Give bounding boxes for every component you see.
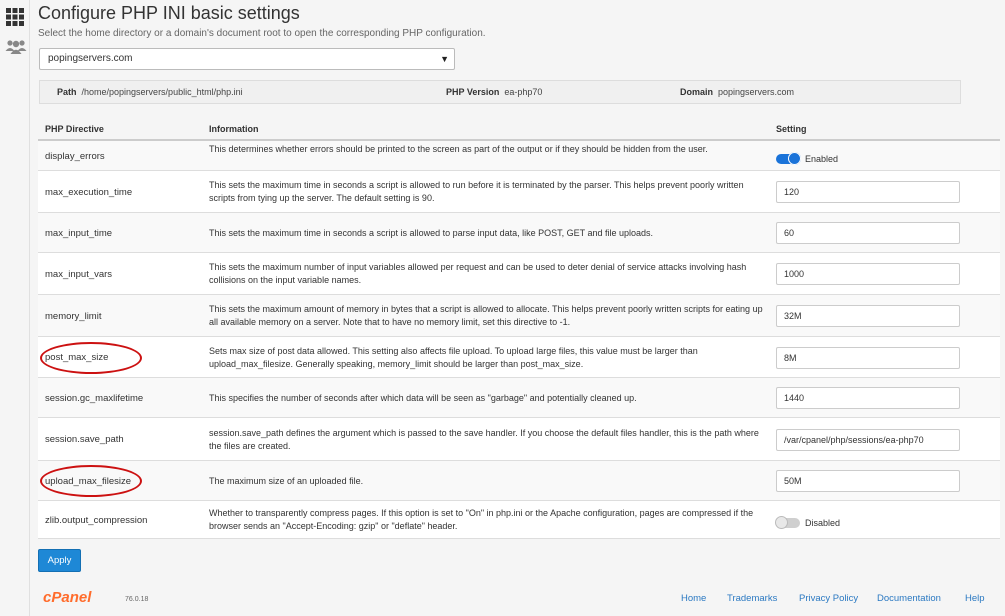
apply-button[interactable]: Apply xyxy=(38,549,81,572)
toggle-label: Enabled xyxy=(805,153,839,164)
table-row: max_input_vars This sets the maximum numb… xyxy=(38,253,1000,295)
table-row: session.gc_maxlifetime This specifies the… xyxy=(38,378,1000,418)
table-body: display_errors This determines whether er… xyxy=(38,141,1000,539)
setting-input-session-gc-maxlifetime[interactable]: 1440 xyxy=(776,387,960,409)
directive-name: display_errors xyxy=(45,151,105,162)
grid-icon[interactable] xyxy=(5,7,25,27)
directive-name: max_input_vars xyxy=(45,269,113,280)
footer-link-documentation[interactable]: Documentation xyxy=(877,593,941,604)
directive-name: post_max_size xyxy=(45,352,109,363)
directive-name: session.save_path xyxy=(45,434,124,445)
cpanel-version: 76.0.18 xyxy=(125,596,149,603)
toggle-knob xyxy=(788,151,801,165)
setting-input-session-save-path[interactable]: /var/cpanel/php/sessions/ea-php70 xyxy=(776,429,960,451)
directive-name: max_input_time xyxy=(45,228,113,239)
directive-information: Sets max size of post data allowed. This… xyxy=(209,346,698,369)
directive-information: This sets the maximum time in seconds a … xyxy=(209,228,654,238)
directive-name: session.gc_maxlifetime xyxy=(45,393,144,404)
setting-toggle-zlib-output-compression[interactable] xyxy=(775,515,800,529)
toggle-knob xyxy=(775,515,788,529)
table-row: max_execution_time This sets the maximum … xyxy=(38,171,1000,213)
toggle-label: Disabled xyxy=(805,517,841,528)
setting-toggle-display-errors[interactable] xyxy=(776,151,801,165)
directive-information: This specifies the number of seconds aft… xyxy=(209,393,637,403)
footer-link-home[interactable]: Home xyxy=(681,593,706,604)
column-header-setting: Setting xyxy=(776,124,807,134)
setting-input-max-input-time[interactable]: 60 xyxy=(776,222,960,244)
table-header: PHP Directive Information Setting xyxy=(38,119,1000,141)
location-select[interactable]: popingservers.com ▼ xyxy=(39,48,455,70)
table-row: zlib.output_compression Whether to transp… xyxy=(38,501,1000,539)
column-header-directive: PHP Directive xyxy=(45,124,104,134)
table-row: post_max_size Sets max size of post data … xyxy=(38,337,1000,378)
chevron-down-icon: ▼ xyxy=(440,54,449,64)
directive-information: This determines whether errors should be… xyxy=(209,144,708,154)
php-directives-table: PHP Directive Information Setting displa… xyxy=(38,119,1000,539)
directive-name: zlib.output_compression xyxy=(45,515,148,526)
column-header-information: Information xyxy=(209,124,259,134)
footer-link-privacy-policy[interactable]: Privacy Policy xyxy=(799,593,858,604)
directive-name: memory_limit xyxy=(45,311,102,322)
directive-information: session.save_path defines the argument w… xyxy=(209,428,759,451)
footer-link-help[interactable]: Help xyxy=(965,593,985,604)
table-row: max_input_time This sets the maximum time… xyxy=(38,213,1000,253)
directive-information: This sets the maximum time in seconds a … xyxy=(209,180,744,203)
directive-information: This sets the maximum amount of memory i… xyxy=(209,304,763,327)
domain-info: Domain popingservers.com xyxy=(680,87,795,97)
directive-information: Whether to transparently compress pages.… xyxy=(209,508,754,531)
directive-information: The maximum size of an uploaded file. xyxy=(209,476,364,486)
setting-input-max-execution-time[interactable]: 120 xyxy=(776,181,960,203)
cpanel-logo: cPanel xyxy=(43,589,92,606)
users-icon[interactable] xyxy=(5,38,27,58)
setting-input-memory-limit[interactable]: 32M xyxy=(776,305,960,327)
location-select-value: popingservers.com xyxy=(48,53,133,64)
table-row: session.save_path session.save_path defin… xyxy=(38,418,1000,461)
table-row: memory_limit This sets the maximum amount… xyxy=(38,295,1000,337)
path-info: Path/home/popingservers/public_html/php.… xyxy=(57,87,243,97)
table-row: display_errors This determines whether er… xyxy=(38,141,1000,171)
setting-input-max-input-vars[interactable]: 1000 xyxy=(776,263,960,285)
table-row: upload_max_filesize The maximum size of a… xyxy=(38,461,1000,501)
config-info-bar: Path/home/popingservers/public_html/php.… xyxy=(39,80,961,104)
directive-name: upload_max_filesize xyxy=(45,476,132,487)
setting-input-upload-max-filesize[interactable]: 50M xyxy=(776,470,960,492)
left-sidebar xyxy=(0,0,30,616)
directive-information: This sets the maximum number of input va… xyxy=(209,262,747,285)
footer-link-trademarks[interactable]: Trademarks xyxy=(727,593,777,604)
page-title: Configure PHP INI basic settings xyxy=(38,3,300,23)
directive-name: max_execution_time xyxy=(45,187,133,198)
page-subtitle: Select the home directory or a domain's … xyxy=(38,28,486,39)
setting-input-post-max-size[interactable]: 8M xyxy=(776,347,960,369)
php-version-info: PHP Version ea-php70 xyxy=(446,87,543,97)
